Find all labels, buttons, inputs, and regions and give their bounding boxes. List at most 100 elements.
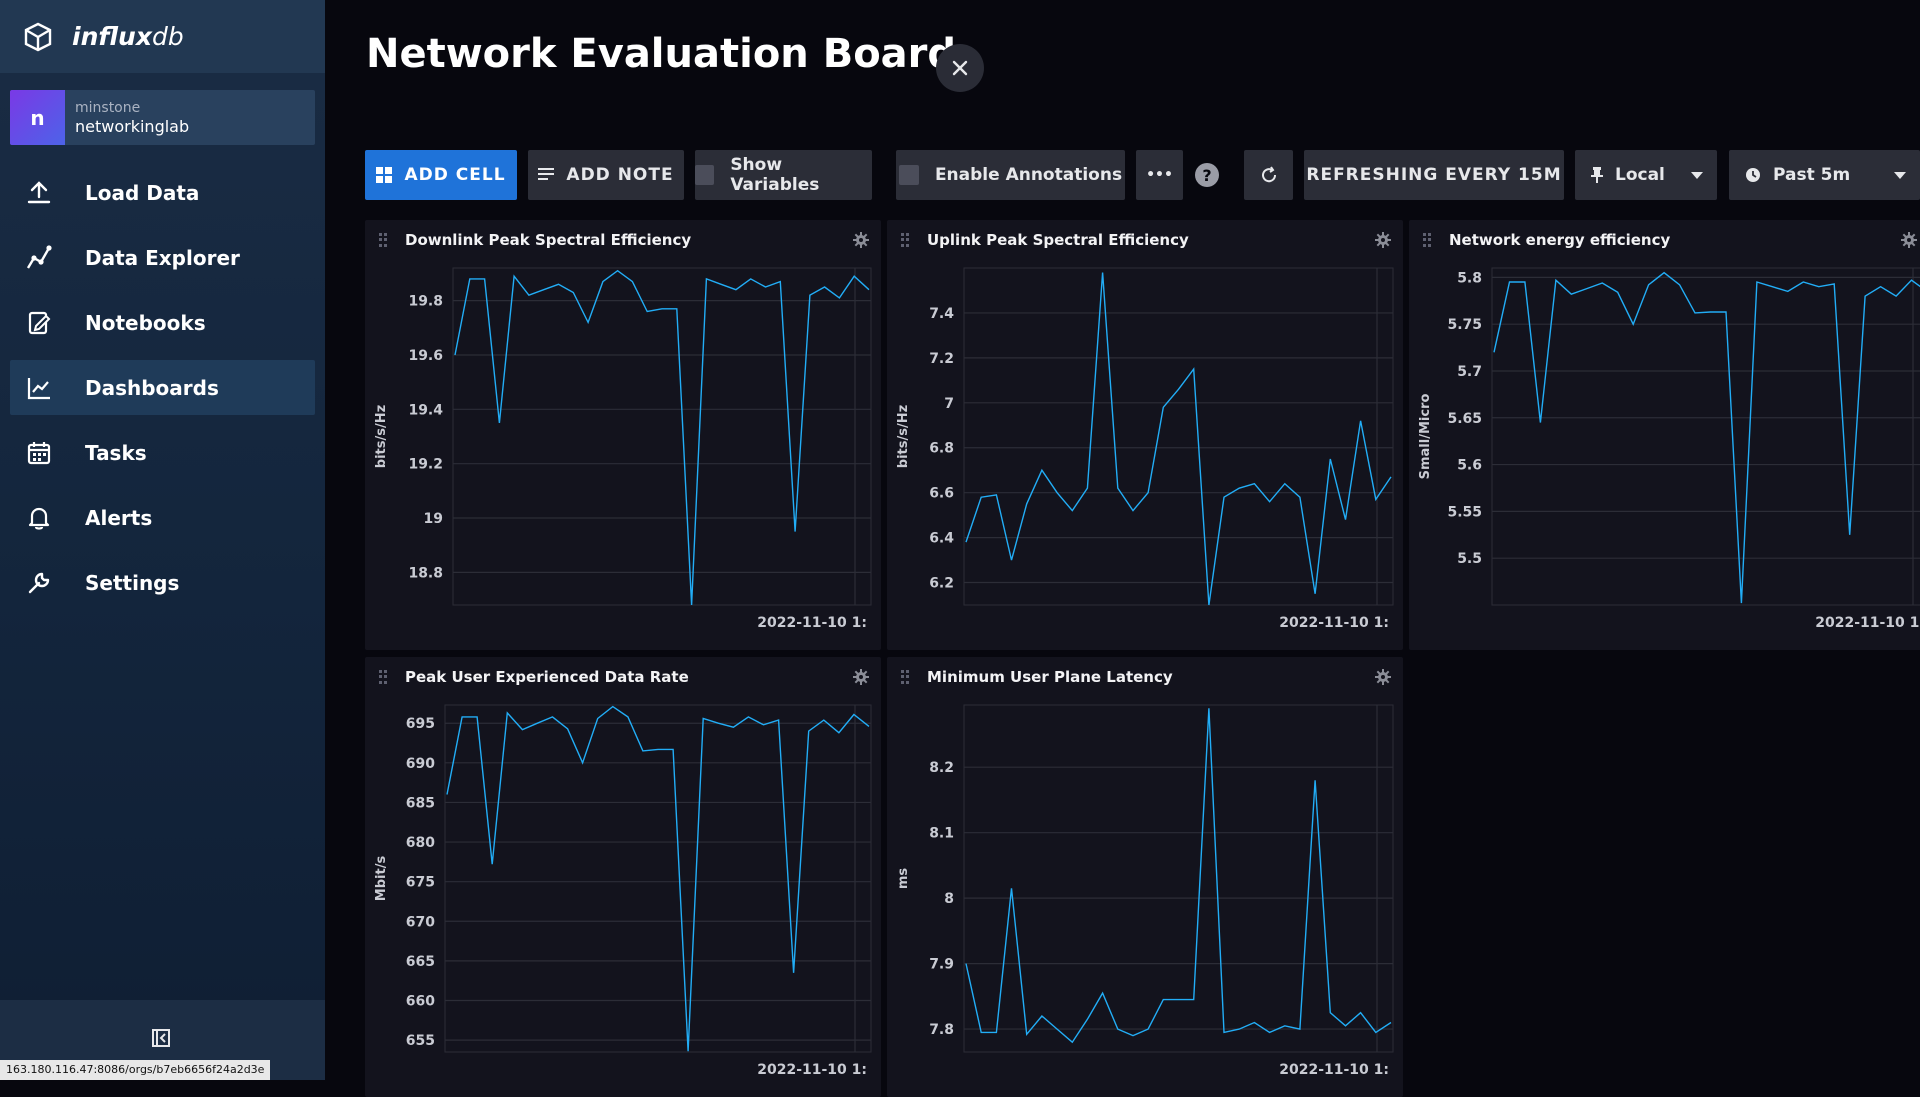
- org-name: networkinglab: [75, 116, 190, 136]
- line-chart[interactable]: 7.8 7.9 8 8.1 8.2 ms 2022-11-10 1:: [887, 697, 1403, 1097]
- series-line[interactable]: [446, 705, 870, 1052]
- collapse-sidebar-icon[interactable]: [151, 1028, 171, 1048]
- drag-handle-icon[interactable]: [379, 670, 391, 684]
- gear-icon[interactable]: [853, 669, 869, 685]
- y-tick-label: 7.4: [929, 306, 954, 322]
- dashboard-cell[interactable]: Downlink Peak Spectral Efficiency 18.8 19 1…: [365, 220, 881, 650]
- drag-handle-icon[interactable]: [901, 670, 913, 684]
- sidebar: influxdb n minstone networkinglab Load D…: [0, 0, 325, 1080]
- sidebar-item-label: Notebooks: [85, 310, 206, 335]
- cell-header: Network energy efficiency: [1409, 220, 1920, 260]
- influxdb-logo-icon: [24, 22, 52, 51]
- show-variables-toggle[interactable]: Show Variables: [695, 150, 872, 200]
- add-note-button[interactable]: ADD NOTE: [528, 150, 684, 200]
- cell-title: Peak User Experienced Data Rate: [405, 668, 689, 686]
- sidebar-item-label: Alerts: [85, 505, 153, 530]
- y-tick-label: 6.8: [929, 441, 954, 457]
- line-chart[interactable]: 5.5 5.55 5.6 5.65 5.7 5.75 5.8 Small/Micro 2022-…: [1409, 260, 1920, 650]
- time-range-dropdown[interactable]: Past 5m: [1729, 150, 1920, 200]
- enable-annotations-toggle[interactable]: Enable Annotations: [896, 150, 1125, 200]
- line-chart[interactable]: 18.8 19 19.2 19.4 19.6 19.8 bits/s/Hz 2022-11-1…: [365, 260, 881, 650]
- y-tick-label: 6.4: [929, 531, 954, 547]
- series-line[interactable]: [1493, 271, 1920, 604]
- sidebar-item-load-data[interactable]: Load Data: [10, 165, 315, 220]
- brand-name-light: db: [151, 22, 184, 51]
- drag-handle-icon[interactable]: [901, 233, 913, 247]
- show-variables-label: Show Variables: [730, 155, 820, 195]
- y-tick-label: 8: [944, 891, 954, 907]
- line-chart[interactable]: 655 660 665 670 675 680 685 690 695 Mbit/s 2022-11…: [365, 697, 881, 1097]
- sidebar-item-notebooks[interactable]: Notebooks: [10, 295, 315, 350]
- y-tick-label: 660: [406, 994, 435, 1010]
- dashboard-cell[interactable]: Uplink Peak Spectral Efficiency 6.2 6.4 6.6…: [887, 220, 1403, 650]
- add-cell-button[interactable]: ADD CELL: [365, 150, 517, 200]
- brand-bar[interactable]: influxdb: [0, 0, 325, 73]
- autorefresh-dropdown[interactable]: REFRESHING EVERY 15M: [1304, 150, 1564, 200]
- y-axis-label: Small/Micro: [1418, 394, 1433, 480]
- y-axis-label: bits/s/Hz: [896, 405, 911, 468]
- dashboard-cell[interactable]: Minimum User Plane Latency 7.8 7.9 8 8.1 8.2 m…: [887, 657, 1403, 1097]
- y-tick-label: 670: [406, 914, 435, 930]
- page-title[interactable]: Network Evaluation Board: [366, 31, 956, 77]
- dashboard-cell[interactable]: Peak User Experienced Data Rate 655 660 665…: [365, 657, 881, 1097]
- sidebar-item-settings[interactable]: Settings: [10, 555, 315, 610]
- close-icon: [952, 60, 968, 76]
- show-variables-checkbox[interactable]: [695, 165, 715, 185]
- drag-handle-icon[interactable]: [1423, 233, 1435, 247]
- sidebar-item-label: Tasks: [85, 440, 147, 465]
- timezone-dropdown[interactable]: Local: [1575, 150, 1717, 200]
- gear-icon[interactable]: [1901, 232, 1917, 248]
- gear-icon[interactable]: [1375, 669, 1391, 685]
- calendar-icon: [24, 438, 54, 468]
- series-line[interactable]: [965, 272, 1392, 606]
- refresh-button[interactable]: [1244, 150, 1293, 200]
- y-tick-label: 5.6: [1457, 458, 1482, 474]
- chevron-down-icon: [1691, 172, 1703, 179]
- org-user: minstone: [75, 99, 141, 116]
- gear-icon[interactable]: [1375, 232, 1391, 248]
- gear-icon[interactable]: [853, 232, 869, 248]
- y-tick-label: 5.7: [1457, 364, 1482, 380]
- org-switcher[interactable]: n minstone networkinglab: [10, 90, 315, 145]
- close-button[interactable]: [936, 44, 984, 92]
- drag-handle-icon[interactable]: [379, 233, 391, 247]
- more-options-button[interactable]: •••: [1136, 150, 1183, 200]
- y-tick-label: 8.1: [929, 826, 954, 842]
- bell-icon: [24, 503, 54, 533]
- sidebar-item-alerts[interactable]: Alerts: [10, 490, 315, 545]
- cell-title: Downlink Peak Spectral Efficiency: [405, 231, 692, 249]
- sidebar-item-data-explorer[interactable]: Data Explorer: [10, 230, 315, 285]
- series-line[interactable]: [454, 269, 870, 606]
- y-tick-label: 6.2: [929, 576, 954, 592]
- add-cell-label: ADD CELL: [404, 165, 506, 185]
- enable-annotations-checkbox[interactable]: [898, 165, 919, 185]
- y-tick-label: 665: [406, 954, 435, 970]
- x-tick-label: 2022-11-10 1:: [1279, 615, 1389, 631]
- timezone-label: Local: [1615, 165, 1665, 185]
- sidebar-item-tasks[interactable]: Tasks: [10, 425, 315, 480]
- cell-title: Network energy efficiency: [1449, 231, 1671, 249]
- dashboard-icon: [24, 373, 54, 403]
- enable-annotations-label: Enable Annotations: [934, 165, 1123, 185]
- notebook-icon: [24, 308, 54, 338]
- series-line[interactable]: [965, 708, 1392, 1044]
- y-tick-label: 685: [406, 795, 435, 811]
- more-dots-icon: •••: [1146, 167, 1173, 183]
- y-tick-label: 5.55: [1447, 504, 1482, 520]
- y-tick-label: 680: [406, 835, 435, 851]
- y-tick-label: 18.8: [408, 565, 443, 581]
- sidebar-item-label: Settings: [85, 570, 180, 595]
- y-tick-label: 6.6: [929, 486, 954, 502]
- wrench-icon: [24, 568, 54, 598]
- dashboard-cell[interactable]: Network energy efficiency 5.5 5.55 5.6 5.65 5…: [1409, 220, 1920, 650]
- y-tick-label: 5.5: [1457, 551, 1482, 567]
- sidebar-item-dashboards[interactable]: Dashboards: [10, 360, 315, 415]
- line-chart[interactable]: 6.2 6.4 6.6 6.8 7 7.2 7.4 bits/s/Hz 2022-11-10 1…: [887, 260, 1403, 650]
- autorefresh-label: REFRESHING EVERY 15M: [1306, 165, 1562, 185]
- pin-icon: [1591, 167, 1603, 183]
- y-tick-label: 7: [944, 396, 954, 412]
- cell-title: Minimum User Plane Latency: [927, 668, 1173, 686]
- plot-area: [963, 267, 1394, 606]
- y-tick-label: 675: [406, 875, 435, 891]
- help-icon[interactable]: ?: [1195, 163, 1219, 187]
